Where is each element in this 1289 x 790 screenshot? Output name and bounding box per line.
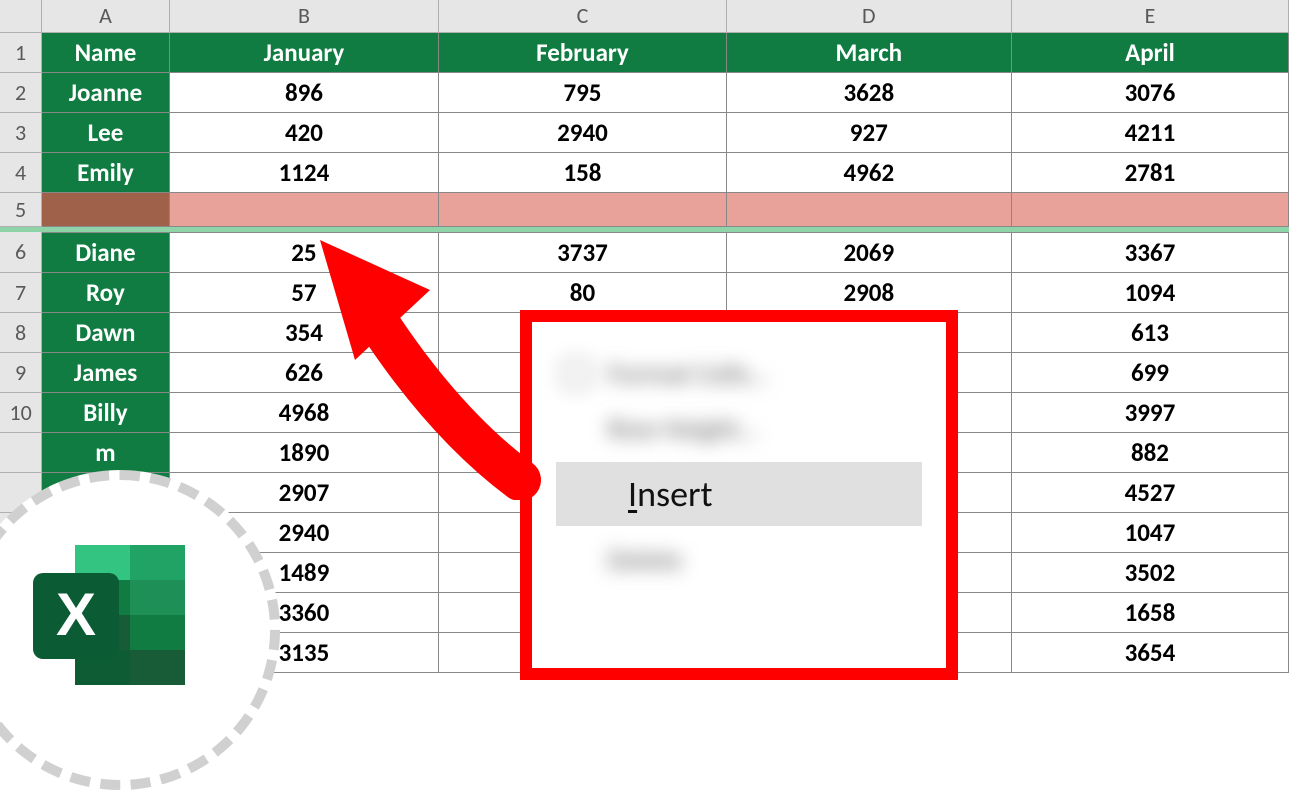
cell[interactable]: 1890: [169, 432, 439, 472]
cell[interactable]: 882: [1011, 432, 1288, 472]
cell[interactable]: 896: [169, 72, 439, 112]
cell-name[interactable]: Roy: [42, 272, 169, 312]
row-header-3[interactable]: 3: [0, 112, 42, 152]
cell[interactable]: 3367: [1011, 232, 1288, 272]
row-header-5[interactable]: 5: [0, 192, 42, 226]
col-header-C[interactable]: C: [439, 0, 726, 32]
cell[interactable]: 613: [1011, 312, 1288, 352]
cell[interactable]: 2940: [439, 112, 726, 152]
table-row: 6 Diane 25 3737 2069 3367: [0, 232, 1289, 272]
cell[interactable]: 1047: [1011, 512, 1288, 552]
cell-name[interactable]: Emily: [42, 152, 169, 192]
cell[interactable]: 3502: [1011, 552, 1288, 592]
cell-name[interactable]: Billy: [42, 392, 169, 432]
row-header-2[interactable]: 2: [0, 72, 42, 112]
menu-label: Row Height…: [608, 411, 758, 446]
cell-name[interactable]: Joanne: [42, 72, 169, 112]
row-header-1[interactable]: 1: [0, 32, 42, 72]
cell[interactable]: 927: [726, 112, 1011, 152]
cell[interactable]: 626: [169, 352, 439, 392]
cell[interactable]: 3737: [439, 232, 726, 272]
header-january[interactable]: January: [169, 32, 439, 72]
cell-name[interactable]: Diane: [42, 232, 169, 272]
table-row: 7 Roy 57 80 2908 1094: [0, 272, 1289, 312]
cell[interactable]: 354: [169, 312, 439, 352]
col-header-D[interactable]: D: [726, 0, 1011, 32]
select-all-corner[interactable]: [0, 0, 42, 32]
cell[interactable]: 1658: [1011, 592, 1288, 632]
row-header-4[interactable]: 4: [0, 152, 42, 192]
col-header-E[interactable]: E: [1011, 0, 1288, 32]
table-header-row: 1 Name January February March April: [0, 32, 1289, 72]
menu-item-insert[interactable]: Insert: [556, 462, 922, 526]
cell[interactable]: 699: [1011, 352, 1288, 392]
row-header-8[interactable]: 8: [0, 312, 42, 352]
svg-text:X: X: [56, 581, 96, 648]
format-cells-icon: [562, 360, 590, 388]
header-february[interactable]: February: [439, 32, 726, 72]
cell-name[interactable]: [42, 192, 169, 226]
cell[interactable]: [439, 192, 726, 226]
excel-icon: X: [25, 535, 195, 695]
cell[interactable]: 795: [439, 72, 726, 112]
cell[interactable]: 158: [439, 152, 726, 192]
menu-label: Insert: [628, 472, 713, 516]
table-row: 3 Lee 420 2940 927 4211: [0, 112, 1289, 152]
header-march[interactable]: March: [726, 32, 1011, 72]
column-header-row: A B C D E: [0, 0, 1289, 32]
cell[interactable]: 2781: [1011, 152, 1288, 192]
menu-item-format-cells[interactable]: Format Cells…: [542, 346, 936, 401]
cell[interactable]: 3076: [1011, 72, 1288, 112]
cell[interactable]: 3628: [726, 72, 1011, 112]
menu-item-delete[interactable]: Delete: [542, 532, 936, 587]
cell[interactable]: 4527: [1011, 472, 1288, 512]
cell[interactable]: [169, 192, 439, 226]
cell[interactable]: [1011, 192, 1288, 226]
cell[interactable]: 3654: [1011, 632, 1288, 672]
table-row: 4 Emily 1124 158 4962 2781: [0, 152, 1289, 192]
menu-item-row-height[interactable]: Row Height…: [542, 401, 936, 456]
cell[interactable]: 25: [169, 232, 439, 272]
menu-label: Format Cells…: [608, 356, 768, 391]
cell[interactable]: 80: [439, 272, 726, 312]
row-header[interactable]: [0, 432, 42, 472]
cell-name[interactable]: m: [42, 432, 169, 472]
cell[interactable]: [726, 192, 1011, 226]
cell-name[interactable]: Dawn: [42, 312, 169, 352]
row-header-10[interactable]: 10: [0, 392, 42, 432]
row-header-7[interactable]: 7: [0, 272, 42, 312]
cell[interactable]: 57: [169, 272, 439, 312]
cell[interactable]: 4968: [169, 392, 439, 432]
row-header-9[interactable]: 9: [0, 352, 42, 392]
cell-name[interactable]: Lee: [42, 112, 169, 152]
cell[interactable]: 1094: [1011, 272, 1288, 312]
col-header-B[interactable]: B: [169, 0, 439, 32]
header-april[interactable]: April: [1011, 32, 1288, 72]
row-header-6[interactable]: 6: [0, 232, 42, 272]
cell[interactable]: 2069: [726, 232, 1011, 272]
cell[interactable]: 4211: [1011, 112, 1288, 152]
table-row: 2 Joanne 896 795 3628 3076: [0, 72, 1289, 112]
cell-name[interactable]: James: [42, 352, 169, 392]
header-name[interactable]: Name: [42, 32, 169, 72]
cell[interactable]: 3997: [1011, 392, 1288, 432]
cell[interactable]: 4962: [726, 152, 1011, 192]
cell[interactable]: 1124: [169, 152, 439, 192]
cell[interactable]: 2908: [726, 272, 1011, 312]
inserted-empty-row[interactable]: 5: [0, 192, 1289, 226]
col-header-A[interactable]: A: [42, 0, 169, 32]
menu-label: Delete: [608, 542, 682, 577]
context-menu-callout: Format Cells… Row Height… Insert Delete: [520, 310, 958, 680]
cell[interactable]: 420: [169, 112, 439, 152]
